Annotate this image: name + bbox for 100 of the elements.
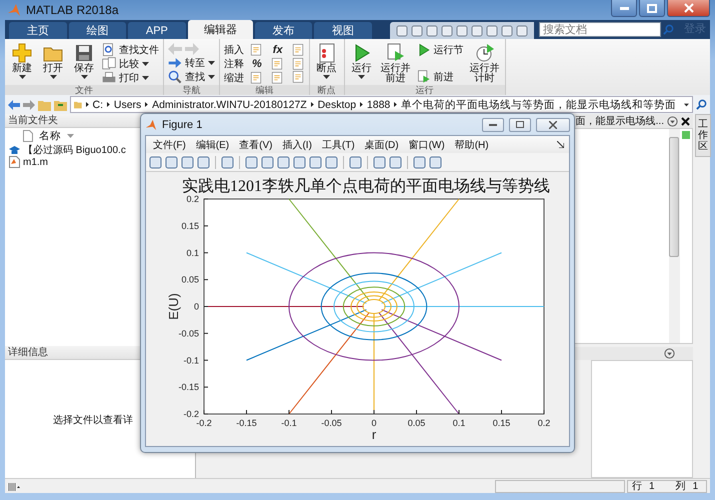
ribbon-tab[interactable]: 绘图	[68, 22, 126, 39]
file-item[interactable]: m1.m	[9, 156, 48, 168]
search-field[interactable]: 搜索文档	[538, 22, 661, 37]
figure-window[interactable]: Figure 1 文件(F) 编辑(E) 查看(V) 插入(I) 工具(T) 桌面(D) 窗口(W) 帮助(H) 实践电1201李轶凡单个点电荷的平面电场线与等势线 -0.2 -0.15 -0.1 -0.05 0 0.05 0.1 0.15 0.2 0.2 0.15 0.1 0.05 0 -0.05 -0.1 -0.15 -0.2 r E(U)	[140, 113, 575, 453]
menu-item[interactable]: 桌面(D)	[362, 138, 401, 152]
ribbon-button[interactable]: 查找	[168, 70, 215, 84]
document-icon	[290, 56, 305, 70]
ribbon-button[interactable]: 插入	[224, 43, 244, 57]
minimize-button[interactable]	[611, 0, 637, 17]
x-tick-label: 0.05	[408, 418, 426, 428]
ribbon-button[interactable]: 查找文件	[102, 43, 159, 57]
ribbon-tab[interactable]: 主页	[9, 22, 67, 39]
x-tick-label: -0.2	[196, 418, 212, 428]
document-icon	[249, 70, 263, 84]
menu-item[interactable]: 工具(T)	[320, 138, 357, 152]
x-tick-label: 0	[372, 418, 376, 428]
document-icon	[270, 57, 284, 70]
clock-icon	[474, 43, 495, 63]
ribbon-tab[interactable]: APP	[128, 22, 186, 39]
ribbon-button[interactable]: 运行节	[416, 43, 464, 57]
group-label: 导航	[164, 85, 219, 95]
x-tick-label: 0.1	[452, 418, 466, 428]
document-icon	[23, 130, 33, 142]
ribbon-button[interactable]: 缩进	[224, 71, 244, 85]
y-tick-label: 0.05	[181, 274, 199, 285]
address-bar[interactable]: C: Users Administrator.WIN7U-20180127Z Desktop 1888 单个电荷的平面电场线与等势面，能显示电场线和等势面	[70, 96, 693, 113]
document-search-icon	[102, 43, 116, 57]
ribbon-button[interactable]: 比较	[102, 57, 149, 71]
group-label: 运行	[344, 85, 505, 95]
x-tick-label: 0.2	[538, 418, 550, 428]
document-play-icon	[416, 70, 431, 84]
arrow-icon	[168, 56, 182, 70]
ribbon-button[interactable]: 注释	[224, 57, 244, 71]
workspace-tab[interactable]: 工作区	[695, 114, 711, 157]
column-header[interactable]: 名称	[39, 129, 61, 143]
minimize-button[interactable]	[482, 118, 504, 132]
plus-icon	[12, 43, 32, 63]
x-tick-label: -0.05	[321, 418, 342, 428]
script-file-icon	[9, 156, 20, 168]
close-icon[interactable]	[681, 116, 690, 126]
chevron-icon	[360, 101, 363, 108]
back-arrow-icon[interactable]	[8, 100, 20, 110]
ribbon-button[interactable]: 前进	[416, 70, 454, 84]
forward-arrow-icon[interactable]	[23, 100, 35, 110]
dropdown-circle-icon[interactable]	[664, 348, 675, 359]
ribbon-button[interactable]: 转至	[168, 56, 215, 70]
dock-arrow-icon[interactable]	[557, 141, 564, 148]
ribbon-button[interactable]: 运行	[348, 43, 375, 79]
document-icon	[290, 70, 305, 84]
ribbon-tab[interactable]: 编辑器	[188, 20, 253, 39]
ribbon-button[interactable]: 新建	[9, 43, 35, 79]
details-hint: 选择文件以查看详	[53, 414, 133, 427]
file-item[interactable]: 【必过源码 Biguo100.c	[9, 144, 126, 156]
path-segment[interactable]: Administrator.WIN7U-20180127Z	[152, 98, 307, 110]
path-segment[interactable]: 单个电荷的平面电场线与等势面，能显示电场线和等势面	[401, 98, 676, 112]
ribbon-button[interactable]: fx	[270, 43, 286, 57]
search-icon[interactable]	[696, 99, 707, 110]
group-label: 断点	[310, 85, 344, 95]
ribbon-button[interactable]: 打开	[40, 43, 66, 79]
close-button[interactable]	[667, 0, 710, 17]
scrollbar[interactable]	[669, 129, 680, 343]
path-segment[interactable]: Users	[114, 98, 142, 110]
menu-item[interactable]: 查看(V)	[237, 138, 274, 152]
ribbon-button[interactable]: 运行并计时	[468, 43, 501, 84]
menu-item[interactable]: 文件(F)	[151, 138, 188, 152]
editor-tab[interactable]: 面，能显示电场线...	[576, 114, 664, 128]
menu-item[interactable]: 插入(I)	[280, 138, 314, 152]
close-button[interactable]	[536, 118, 570, 132]
folder-browse-icon[interactable]	[54, 98, 67, 110]
document-play-icon	[386, 43, 406, 63]
ribbon-tab[interactable]: 视图	[314, 22, 372, 39]
ribbon-button[interactable]: 断点	[314, 43, 340, 79]
document-icon	[270, 70, 284, 84]
grip-icon[interactable]	[8, 482, 20, 490]
plot-title: 实践电1201李轶凡单个点电荷的平面电场线与等势线	[182, 178, 550, 195]
square-icon[interactable]	[413, 156, 426, 168]
chevron-icon	[394, 101, 398, 108]
menu-item[interactable]: 窗口(W)	[406, 138, 447, 152]
menu-item[interactable]: 帮助(H)	[452, 138, 491, 152]
x-tick-label: -0.15	[236, 418, 257, 428]
maximize-button[interactable]	[509, 118, 531, 132]
maximize-icon	[647, 4, 657, 12]
y-tick-label: -0.05	[178, 328, 199, 338]
ribbon-tab[interactable]: 发布	[254, 22, 312, 39]
path-segment[interactable]: C:	[92, 98, 104, 110]
ribbon-button[interactable]: 保存	[71, 43, 97, 79]
y-tick-label: 0.1	[186, 248, 199, 258]
maximize-button[interactable]	[639, 0, 665, 17]
minimize-icon	[489, 124, 497, 126]
ribbon-button[interactable]: %	[249, 56, 265, 70]
menu-item[interactable]: 编辑(E)	[194, 138, 232, 152]
path-segment[interactable]: 1888	[366, 98, 390, 110]
ribbon-button[interactable]: 运行并前进	[380, 43, 412, 84]
y-tick-label: 0.15	[181, 220, 199, 231]
x-tick-label: -0.1	[281, 418, 297, 428]
chevron-icon	[86, 101, 89, 108]
window-title: MATLAB R2018a	[26, 3, 118, 17]
dropdown-circle-icon[interactable]	[667, 116, 678, 126]
ribbon-button[interactable]: 打印	[102, 71, 149, 85]
path-segment[interactable]: Desktop	[318, 98, 356, 110]
